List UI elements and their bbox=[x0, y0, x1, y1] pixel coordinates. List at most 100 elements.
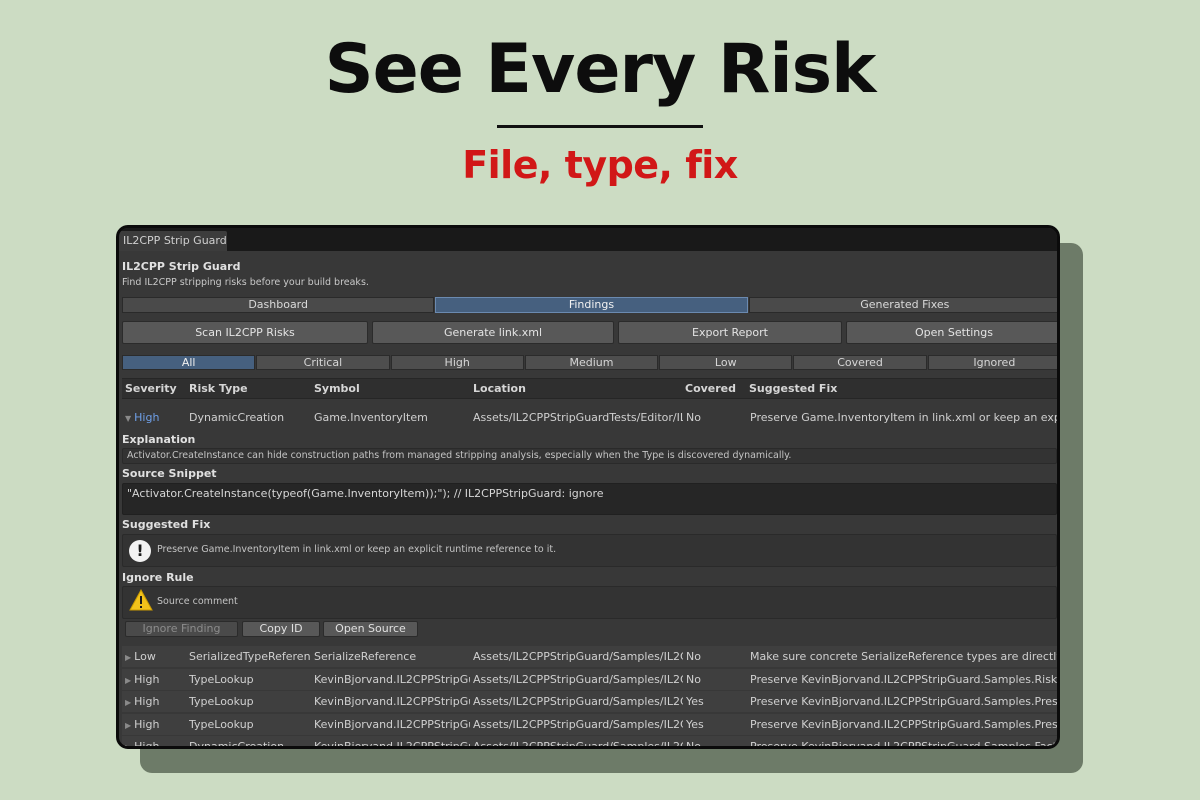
symbol-cell: KevinBjorvand.IL2CPPStripGuar bbox=[314, 717, 470, 731]
detail-actions: Ignore Finding Copy ID Open Source bbox=[122, 621, 1057, 637]
risk-type-cell: SerializedTypeReference bbox=[189, 650, 311, 663]
triangle-collapsed-icon[interactable]: ▶ bbox=[125, 721, 131, 730]
ignore-rule-box: Source comment bbox=[122, 586, 1057, 619]
symbol-cell: KevinBjorvand.IL2CPPStripGuar bbox=[314, 672, 470, 686]
suggested-fix-cell: Make sure concrete SerializeReference ty… bbox=[750, 650, 1060, 663]
severity-filters: All Critical High Medium Low Covered Ign… bbox=[122, 355, 1057, 370]
covered-cell: No bbox=[686, 672, 701, 686]
tab-findings[interactable]: Findings bbox=[435, 297, 748, 313]
filter-covered[interactable]: Covered bbox=[793, 355, 927, 370]
filter-critical[interactable]: Critical bbox=[256, 355, 390, 370]
location-cell: Assets/IL2CPPStripGuard/Samples/IL2CPI bbox=[473, 650, 683, 663]
severity-cell: ▶ High bbox=[125, 714, 185, 736]
triangle-collapsed-icon[interactable]: ▶ bbox=[125, 676, 131, 685]
suggested-fix-cell: Preserve KevinBjorvand.IL2CPPStripGuard.… bbox=[750, 740, 1060, 749]
window-tab[interactable]: IL2CPP Strip Guard bbox=[119, 231, 227, 251]
severity-text: High bbox=[134, 740, 160, 749]
nav-tabs: Dashboard Findings Generated Fixes bbox=[122, 297, 1057, 313]
location-cell: Assets/IL2CPPStripGuard/Samples/IL2CPI bbox=[473, 695, 683, 708]
symbol-cell: KevinBjorvand.IL2CPPStripGuar bbox=[314, 740, 470, 749]
covered-cell: Yes bbox=[686, 717, 704, 731]
window-content: IL2CPP Strip Guard Find IL2CPP stripping… bbox=[119, 251, 1060, 749]
header-severity[interactable]: Severity bbox=[125, 379, 177, 399]
header-covered[interactable]: Covered bbox=[685, 379, 736, 399]
severity-cell: ▼ High bbox=[125, 411, 160, 424]
table-row[interactable]: ▶ High TypeLookup KevinBjorvand.IL2CPPStrip… bbox=[122, 713, 1060, 736]
severity-cell: ▶ High bbox=[125, 736, 185, 749]
location-cell: Assets/IL2CPPStripGuard/Samples/IL2CPI bbox=[473, 740, 683, 749]
warning-icon bbox=[129, 589, 153, 611]
risk-type-cell: DynamicCreation bbox=[189, 740, 285, 749]
location-cell: Assets/IL2CPPStripGuard/Samples/IL2CPI bbox=[473, 672, 683, 686]
location-cell: Assets/IL2CPPStripGuard/Samples/IL2CPI bbox=[473, 717, 683, 731]
triangle-collapsed-icon[interactable]: ▶ bbox=[125, 743, 131, 746]
covered-cell: No bbox=[686, 740, 701, 749]
covered-cell: No bbox=[686, 411, 701, 424]
header-symbol[interactable]: Symbol bbox=[314, 379, 360, 399]
explanation-box: Activator.CreateInstance can hide constr… bbox=[122, 448, 1057, 464]
filter-all[interactable]: All bbox=[122, 355, 256, 370]
covered-cell: No bbox=[686, 650, 701, 663]
location-cell: Assets/IL2CPPStripGuardTests/Editor/IL2C bbox=[473, 411, 683, 424]
ignore-rule-label: Ignore Rule bbox=[122, 571, 194, 584]
suggested-fix-label: Suggested Fix bbox=[122, 518, 211, 531]
hero-title: See Every Risk bbox=[324, 30, 877, 109]
window-description: Find IL2CPP stripping risks before your … bbox=[122, 277, 369, 288]
triangle-expanded-icon[interactable]: ▼ bbox=[125, 414, 131, 423]
hero-underline bbox=[497, 125, 703, 128]
export-report-button[interactable]: Export Report bbox=[618, 321, 842, 344]
ignore-rule-text: Source comment bbox=[157, 596, 238, 607]
filter-high[interactable]: High bbox=[390, 355, 524, 370]
filter-low[interactable]: Low bbox=[659, 355, 793, 370]
window-title: IL2CPP Strip Guard bbox=[122, 260, 241, 273]
risk-type-cell: DynamicCreation bbox=[189, 411, 285, 424]
table-header: Severity Risk Type Symbol Location Cover… bbox=[122, 378, 1057, 399]
table-row[interactable]: ▶ High TypeLookup KevinBjorvand.IL2CPPStrip… bbox=[122, 668, 1060, 691]
open-source-button[interactable]: Open Source bbox=[323, 621, 418, 637]
explanation-text: Activator.CreateInstance can hide constr… bbox=[127, 450, 792, 461]
table-row[interactable]: ▶ Low SerializedTypeReference SerializeRefe… bbox=[122, 646, 1060, 668]
action-toolbar: Scan IL2CPP Risks Generate link.xml Expo… bbox=[122, 321, 1057, 345]
table-row-expanded[interactable]: ▼ High DynamicCreation Game.InventoryItem… bbox=[122, 407, 1057, 428]
symbol-cell: SerializeReference bbox=[314, 650, 417, 663]
window-tab-bar: IL2CPP Strip Guard bbox=[119, 228, 1057, 251]
scan-button[interactable]: Scan IL2CPP Risks bbox=[122, 321, 368, 344]
suggested-fix-cell: Preserve KevinBjorvand.IL2CPPStripGuard.… bbox=[750, 695, 1060, 708]
severity-cell: ▶ Low bbox=[125, 646, 185, 668]
copy-id-button[interactable]: Copy ID bbox=[242, 621, 320, 637]
risk-type-cell: TypeLookup bbox=[189, 717, 254, 731]
severity-cell: ▶ High bbox=[125, 691, 185, 713]
suggested-fix-cell: Preserve KevinBjorvand.IL2CPPStripGuard.… bbox=[750, 717, 1060, 731]
severity-cell: ▶ High bbox=[125, 669, 185, 691]
suggested-fix-cell: Preserve KevinBjorvand.IL2CPPStripGuard.… bbox=[750, 672, 1060, 686]
symbol-cell: KevinBjorvand.IL2CPPStripGuar bbox=[314, 695, 470, 708]
symbol-cell: Game.InventoryItem bbox=[314, 411, 428, 424]
hero-subtitle: File, type, fix bbox=[462, 143, 738, 187]
risk-type-cell: TypeLookup bbox=[189, 695, 254, 708]
tab-dashboard[interactable]: Dashboard bbox=[122, 297, 435, 313]
triangle-collapsed-icon[interactable]: ▶ bbox=[125, 698, 131, 707]
open-settings-button[interactable]: Open Settings bbox=[846, 321, 1057, 344]
header-suggested-fix[interactable]: Suggested Fix bbox=[749, 379, 837, 399]
table-row[interactable]: ▶ High TypeLookup KevinBjorvand.IL2CPPStrip… bbox=[122, 691, 1060, 713]
ignore-finding-button[interactable]: Ignore Finding bbox=[125, 621, 238, 637]
filter-ignored[interactable]: Ignored bbox=[927, 355, 1057, 370]
table-row[interactable]: ▶ High DynamicCreation KevinBjorvand.IL2CPP… bbox=[122, 736, 1060, 749]
editor-window: IL2CPP Strip Guard IL2CPP Strip Guard Fi… bbox=[116, 225, 1060, 749]
filter-medium[interactable]: Medium bbox=[524, 355, 659, 370]
severity-text: Low bbox=[134, 650, 156, 663]
source-snippet[interactable]: "Activator.CreateInstance(typeof(Game.In… bbox=[122, 483, 1057, 515]
tab-generated-fixes[interactable]: Generated Fixes bbox=[748, 297, 1057, 313]
header-location[interactable]: Location bbox=[473, 379, 526, 399]
suggested-fix-box: ! Preserve Game.InventoryItem in link.xm… bbox=[122, 534, 1057, 567]
suggested-fix-text: Preserve Game.InventoryItem in link.xml … bbox=[157, 544, 557, 555]
triangle-collapsed-icon[interactable]: ▶ bbox=[125, 653, 131, 662]
header-risk-type[interactable]: Risk Type bbox=[189, 379, 248, 399]
suggested-fix-cell: Preserve Game.InventoryItem in link.xml … bbox=[750, 411, 1057, 424]
risk-type-cell: TypeLookup bbox=[189, 672, 254, 686]
generate-link-xml-button[interactable]: Generate link.xml bbox=[372, 321, 614, 344]
severity-text: High bbox=[134, 672, 160, 686]
severity-text: High bbox=[134, 717, 160, 731]
info-icon: ! bbox=[129, 540, 151, 562]
explanation-label: Explanation bbox=[122, 433, 196, 446]
